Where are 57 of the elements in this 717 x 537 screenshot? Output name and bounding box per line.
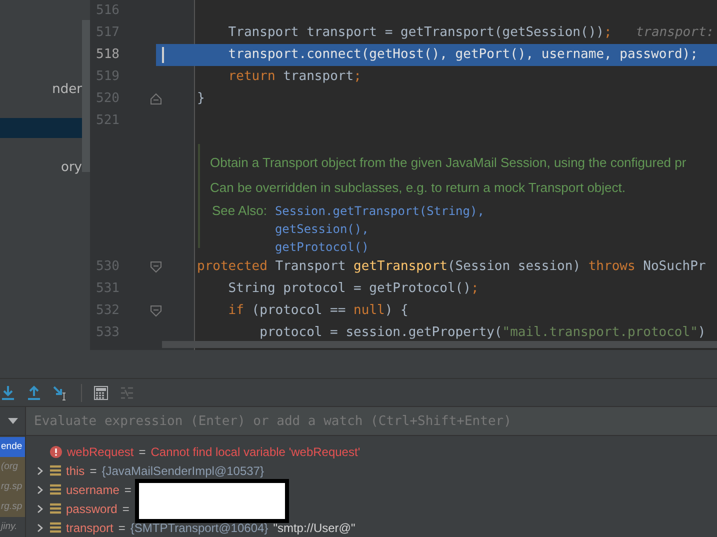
- expand-chevron-icon[interactable]: [35, 522, 45, 533]
- stack-frame[interactable]: rg.sp: [0, 497, 25, 517]
- variable-value: {SMTPTransport@10604}: [130, 520, 268, 535]
- fold-icon[interactable]: [150, 93, 162, 105]
- code-line: protocol = session.getProperty("mail.transport.protocol"): [258, 325, 706, 340]
- fold-icon[interactable]: [150, 261, 162, 273]
- code-line: transport.connect(getHost(), getPort(), username, password);: [227, 47, 698, 62]
- line-number: 518: [95, 46, 120, 64]
- stack-frame[interactable]: (org: [0, 457, 25, 477]
- code-line: protected Transport getTransport(Session session) throws NoSuchPr: [197, 259, 706, 274]
- variable-name: transport: [66, 520, 114, 535]
- tree-item[interactable]: nder: [0, 79, 82, 99]
- dropdown-arrow-icon[interactable]: [8, 418, 18, 424]
- doc-text: Can be overridden in subclasses, e.g. to return a mock Transport object.: [210, 179, 626, 197]
- variable-name: this: [66, 464, 85, 478]
- equals-sign: =: [138, 445, 146, 460]
- field-icon: [50, 522, 61, 534]
- code-line: if (protocol == null) {: [227, 303, 408, 318]
- scrollbar[interactable]: [82, 20, 90, 172]
- expand-chevron-icon[interactable]: [35, 484, 45, 495]
- expand-chevron-icon[interactable]: [35, 466, 45, 476]
- error-icon: [50, 446, 62, 458]
- code-line: String protocol = getProtocol();: [227, 281, 479, 296]
- equals-sign: =: [122, 502, 130, 516]
- field-icon: [50, 503, 61, 514]
- see-also-label: See Also:: [212, 202, 267, 220]
- equals-sign: =: [90, 464, 97, 478]
- variable-name: webRequest: [67, 445, 134, 460]
- step-out-icon[interactable]: [27, 384, 41, 400]
- doc-link[interactable]: getProtocol(): [274, 238, 484, 256]
- variable-name: username: [66, 482, 120, 497]
- field-icon: [50, 484, 61, 496]
- doc-link[interactable]: getSession(),: [274, 220, 484, 238]
- stack-frame[interactable]: ende: [0, 437, 25, 457]
- doc-text: Obtain a Transport object from the given JavaMail Session, using the configured pr: [210, 154, 686, 172]
- variable-value: {JavaMailSenderImpl@10537}: [102, 464, 264, 478]
- code-line: Transport transport = getTransport(getSession());: [227, 25, 612, 40]
- fold-icon[interactable]: [150, 305, 162, 317]
- caret-marker: [162, 47, 164, 63]
- equals-sign: =: [118, 520, 126, 535]
- equals-sign: =: [124, 482, 132, 497]
- field-icon: [50, 465, 61, 476]
- variable-string-value: "smtp://User@": [273, 520, 356, 535]
- scrollbar[interactable]: [162, 341, 717, 348]
- variable-name: password: [66, 502, 118, 516]
- calculator-icon[interactable]: [94, 386, 108, 400]
- step-into-icon[interactable]: [1, 384, 15, 400]
- doc-link[interactable]: Session.getTransport(String),: [274, 202, 484, 220]
- variable-value: Cannot find local variable 'webRequest': [150, 445, 360, 460]
- stack-frame[interactable]: rg.sp: [0, 477, 25, 497]
- inline-value-hint: transport:: [636, 25, 714, 40]
- stack-frame[interactable]: jiny.: [0, 517, 25, 537]
- code-line: }: [197, 91, 205, 106]
- tree-item[interactable]: ory: [0, 157, 82, 177]
- code-line: return transport;: [227, 69, 362, 84]
- expand-chevron-icon[interactable]: [35, 504, 45, 514]
- trace-lines-icon[interactable]: [120, 386, 134, 400]
